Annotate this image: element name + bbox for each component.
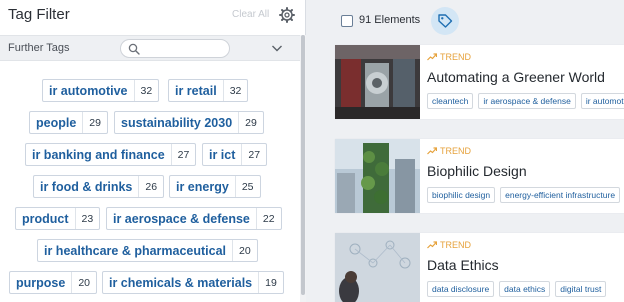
tag-chip[interactable]: sustainability 2030 29 xyxy=(114,111,264,134)
card-type-text: TREND xyxy=(440,240,471,250)
trend-up-icon xyxy=(427,241,437,249)
tag-label: sustainability 2030 xyxy=(121,115,233,130)
card-tag[interactable]: energy-efficient infrastructure xyxy=(500,187,621,203)
further-tags-label: Further Tags xyxy=(8,42,70,54)
tag-count: 20 xyxy=(71,272,96,293)
card-tag[interactable]: ir aerospace & defense xyxy=(478,93,576,109)
card-tag[interactable]: cleantech xyxy=(427,93,474,109)
tag-chip[interactable]: ir ict 27 xyxy=(202,143,268,166)
tag-chip[interactable]: ir energy 25 xyxy=(169,175,261,198)
tag-count: 19 xyxy=(258,272,283,293)
card-tag[interactable]: ir automotive xyxy=(580,93,624,109)
tag-cloud: ir automotive 32 ir retail 32 people 29 … xyxy=(0,62,300,302)
clear-all-button[interactable]: Clear All xyxy=(232,9,269,20)
tag-count: 22 xyxy=(255,208,281,229)
result-card[interactable]: TREND Data Ethics data disclosure data e… xyxy=(335,233,624,302)
card-thumbnail xyxy=(335,45,420,119)
tag-chip[interactable]: ir healthcare & pharmaceutical 20 xyxy=(37,239,258,262)
tag-label: ir aerospace & defense xyxy=(113,211,250,226)
scrollbar-thumb[interactable] xyxy=(301,35,305,295)
tag-count: 26 xyxy=(138,176,163,197)
tag-count: 23 xyxy=(74,208,100,229)
tag-count: 29 xyxy=(82,112,107,133)
panel-title: Tag Filter xyxy=(8,6,70,23)
tag-chip[interactable]: ir chemicals & materials 19 xyxy=(102,271,284,294)
result-card[interactable]: TREND Automating a Greener World cleante… xyxy=(335,45,624,119)
element-count: 91 Elements xyxy=(359,14,421,26)
tag-chip[interactable]: ir automotive 32 xyxy=(42,79,160,102)
card-tag-list: cleantech ir aerospace & defense ir auto… xyxy=(427,92,624,110)
card-type-label: TREND xyxy=(427,240,471,250)
result-card[interactable]: TREND Biophilic Design biophilic design … xyxy=(335,139,624,213)
filter-header: Tag Filter Clear All xyxy=(0,0,306,34)
tag-chip[interactable]: product 23 xyxy=(15,207,101,230)
tag-count: 29 xyxy=(238,112,263,133)
gear-icon[interactable] xyxy=(279,7,295,23)
tag-label: people xyxy=(36,115,77,130)
tag-label: ir retail xyxy=(175,83,217,98)
panel-scrollbar[interactable] xyxy=(300,35,306,302)
tag-label: ir healthcare & pharmaceutical xyxy=(44,243,227,258)
tag-label: ir chemicals & materials xyxy=(109,275,253,290)
tag-chip[interactable]: people 29 xyxy=(29,111,108,134)
tag-count: 32 xyxy=(133,80,159,101)
chevron-down-icon[interactable] xyxy=(271,42,283,54)
card-title[interactable]: Automating a Greener World xyxy=(427,69,605,85)
tag-count: 27 xyxy=(241,144,266,165)
tag-count: 32 xyxy=(222,80,248,101)
tag-label: ir food & drinks xyxy=(40,179,133,194)
card-tag-list: data disclosure data ethics digital trus… xyxy=(427,280,624,298)
tag-count: 27 xyxy=(170,144,196,165)
tag-count: 20 xyxy=(232,240,257,261)
trend-up-icon xyxy=(427,147,437,155)
further-tags-bar: Further Tags xyxy=(0,35,300,61)
results-toolbar: 91 Elements xyxy=(307,0,624,40)
tag-chip[interactable]: ir retail 32 xyxy=(168,79,249,102)
results-area: 91 Elements TREND Automating a Greener W… xyxy=(307,0,624,302)
card-title[interactable]: Biophilic Design xyxy=(427,163,527,179)
select-all-checkbox[interactable] xyxy=(341,15,353,27)
card-thumbnail xyxy=(335,233,420,302)
tag-count: 25 xyxy=(234,176,260,197)
tag-chip[interactable]: ir aerospace & defense 22 xyxy=(106,207,282,230)
tag-chip[interactable]: ir banking and finance 27 xyxy=(25,143,197,166)
card-thumbnail xyxy=(335,139,420,213)
card-title[interactable]: Data Ethics xyxy=(427,257,499,273)
card-tag[interactable]: data disclosure xyxy=(427,281,495,297)
tag-label: purpose xyxy=(16,275,66,290)
card-tag[interactable]: biophilic design xyxy=(427,187,496,203)
tag-label: ir banking and finance xyxy=(32,147,165,162)
app-root: Tag Filter Clear All Further Tags ir aut… xyxy=(0,0,624,302)
tag-label: product xyxy=(22,211,69,226)
tag-chip[interactable]: ir food & drinks 26 xyxy=(33,175,165,198)
tag-filter-toggle-button[interactable] xyxy=(431,7,459,35)
card-tag[interactable]: digital trust xyxy=(555,281,607,297)
card-type-label: TREND xyxy=(427,146,471,156)
card-type-text: TREND xyxy=(440,52,471,62)
trend-up-icon xyxy=(427,53,437,61)
card-tag[interactable]: data ethics xyxy=(499,281,551,297)
tag-icon xyxy=(438,14,453,28)
card-type-label: TREND xyxy=(427,52,471,62)
card-type-text: TREND xyxy=(440,146,471,156)
tag-search-input[interactable] xyxy=(120,39,230,58)
search-icon xyxy=(128,43,140,55)
tag-label: ir energy xyxy=(176,179,229,194)
card-tag-list: biophilic design energy-efficient infras… xyxy=(427,186,624,204)
tag-filter-panel: Tag Filter Clear All Further Tags ir aut… xyxy=(0,0,306,302)
tag-label: ir automotive xyxy=(49,83,128,98)
tag-chip[interactable]: purpose 20 xyxy=(9,271,97,294)
tag-label: ir ict xyxy=(209,147,236,162)
